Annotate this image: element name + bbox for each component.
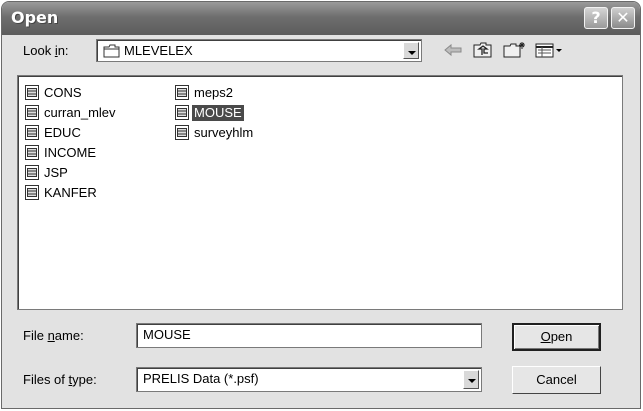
open-dialog: Open ? ✕ Look in: MLEVELEX CONS curran_ml…	[1, 1, 641, 409]
data-file-icon	[175, 85, 189, 100]
data-file-icon	[25, 85, 39, 100]
close-button[interactable]: ✕	[611, 7, 635, 29]
data-file-icon	[25, 125, 39, 140]
file-type-dropdown-arrow[interactable]	[463, 370, 479, 389]
file-type-value: PRELIS Data (*.psf)	[143, 371, 259, 386]
file-item-name: INCOME	[44, 144, 96, 160]
data-file-icon	[25, 105, 39, 120]
look-in-dropdown-arrow[interactable]	[403, 42, 419, 59]
folder-icon	[103, 44, 120, 58]
dialog-title: Open	[11, 8, 59, 27]
look-in-label: Look in:	[23, 43, 69, 58]
file-type-label: Files of type:	[23, 372, 97, 387]
file-item[interactable]: INCOME	[25, 144, 98, 161]
up-folder-icon[interactable]	[472, 41, 494, 59]
file-item[interactable]: JSP	[25, 164, 70, 181]
file-item[interactable]: EDUC	[25, 124, 83, 141]
data-file-icon	[175, 125, 189, 140]
look-in-value: MLEVELEX	[124, 43, 193, 58]
data-file-icon	[25, 185, 39, 200]
file-item[interactable]: surveyhlm	[175, 124, 255, 141]
file-item-name: MOUSE	[192, 104, 244, 121]
new-folder-icon[interactable]	[502, 41, 528, 59]
file-name-label: File name:	[23, 328, 84, 343]
file-item-name: surveyhlm	[194, 124, 254, 140]
file-item-name: CONS	[44, 84, 82, 100]
file-item-name: meps2	[194, 84, 234, 100]
title-bar[interactable]: Open ? ✕	[2, 2, 640, 35]
file-item[interactable]: curran_mlev	[25, 104, 118, 121]
data-file-icon	[25, 165, 39, 180]
file-item[interactable]: CONS	[25, 84, 84, 101]
file-item[interactable]: KANFER	[25, 184, 99, 201]
file-item-name: curran_mlev	[44, 104, 116, 120]
open-button[interactable]: Open	[512, 323, 601, 351]
look-in-dropdown[interactable]: MLEVELEX	[96, 39, 422, 62]
file-item-name: EDUC	[44, 124, 81, 140]
file-list[interactable]: CONS curran_mlev EDUC INCOME JSP KANFER meps2…	[17, 75, 623, 310]
file-type-dropdown[interactable]: PRELIS Data (*.psf)	[136, 367, 482, 392]
file-name-field[interactable]	[143, 327, 473, 342]
data-file-icon	[175, 105, 189, 120]
file-item-name: JSP	[44, 164, 68, 180]
file-item-name: KANFER	[44, 184, 97, 200]
help-button[interactable]: ?	[584, 7, 608, 29]
back-arrow-icon[interactable]	[442, 41, 464, 59]
data-file-icon	[25, 145, 39, 160]
file-item[interactable]: meps2	[175, 84, 235, 101]
cancel-button[interactable]: Cancel	[512, 366, 601, 394]
view-menu-icon[interactable]	[534, 41, 564, 59]
file-name-input[interactable]	[136, 323, 482, 348]
file-item[interactable]: MOUSE	[175, 104, 244, 121]
